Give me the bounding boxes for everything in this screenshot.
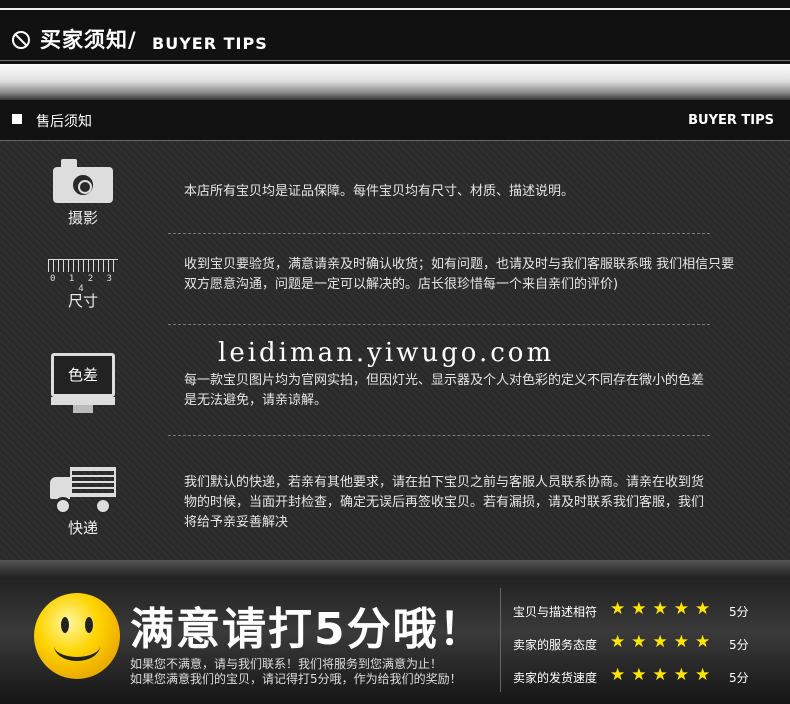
gloss-band bbox=[0, 64, 790, 102]
rating-score: 5分 bbox=[729, 638, 749, 652]
rating-separator bbox=[500, 588, 501, 692]
header-line bbox=[0, 8, 790, 10]
star-icons: ★★★★★ bbox=[610, 632, 717, 652]
star-icons: ★★★★★ bbox=[610, 599, 717, 619]
tip-text: 本店所有宝贝均是证品保障。每件宝贝均有尺寸、材质、描述说明。 bbox=[184, 184, 575, 199]
tip-text: 收到宝贝要验货，满意请亲及时确认收货；如有问题，也请及时与我们客服联系哦 我们相… bbox=[184, 257, 735, 292]
monitor-icon: 色差 bbox=[51, 353, 115, 413]
delivery-icon-box: 快递 bbox=[40, 467, 126, 538]
rating-row: 卖家的服务态度 ★★★★★ 5分 bbox=[513, 632, 773, 656]
color-icon-box: 色差 bbox=[40, 353, 126, 413]
section-bar: 售后须知 BUYER TIPS bbox=[0, 100, 790, 141]
truck-icon bbox=[50, 467, 116, 515]
tip-text: 每一款宝贝图片均为官网实拍，但因灯光、显示器及个人对色彩的定义不同存在微小的色差… bbox=[184, 373, 705, 408]
tip-label: 快递 bbox=[67, 519, 98, 537]
rating-line-2: 如果您满意我们的宝贝，请记得打5分哦，作为给我们的奖励！ bbox=[130, 672, 462, 686]
header-subtitle: BUYER TIPS bbox=[152, 34, 268, 53]
rating-score: 5分 bbox=[729, 605, 749, 619]
ruler-icon: 0 1 2 3 4 bbox=[48, 259, 118, 294]
camera-icon bbox=[53, 159, 113, 203]
dashed-divider bbox=[168, 233, 710, 234]
rating-label: 卖家的服务态度 bbox=[513, 638, 598, 652]
buyer-tips-page: 买家须知/ BUYER TIPS 售后须知 BUYER TIPS 摄影 本店所有… bbox=[0, 0, 790, 704]
header-divider bbox=[0, 60, 790, 61]
star-icons: ★★★★★ bbox=[610, 665, 717, 685]
header-bar: 买家须知/ BUYER TIPS bbox=[0, 0, 790, 64]
rating-label: 宝贝与描述相符 bbox=[513, 605, 598, 619]
ruler-numbers: 0 1 2 3 4 bbox=[50, 274, 116, 294]
tip-text: 我们默认的快递，若亲有其他要求，请在拍下宝贝之前与客服人员联系协商。请亲在收到货… bbox=[184, 475, 705, 530]
rating-row: 卖家的发货速度 ★★★★★ 5分 bbox=[513, 665, 773, 689]
square-bullet-icon bbox=[12, 114, 22, 124]
photo-icon-box: 摄影 bbox=[40, 159, 126, 228]
rating-label: 卖家的发货速度 bbox=[513, 671, 598, 685]
section-subtitle: BUYER TIPS bbox=[688, 113, 774, 128]
smiley-icon bbox=[34, 593, 120, 679]
rating-headline: 满意请打5分哦！ bbox=[130, 604, 485, 655]
tip-label: 摄影 bbox=[67, 209, 98, 227]
section-title: 售后须知 bbox=[36, 114, 92, 130]
dashed-divider bbox=[168, 435, 710, 436]
monitor-label: 色差 bbox=[51, 353, 115, 397]
header-title: 买家须知/ bbox=[40, 28, 137, 52]
watermark: leidiman.yiwugo.com bbox=[218, 338, 555, 368]
rating-score: 5分 bbox=[729, 671, 749, 685]
dashed-divider bbox=[168, 324, 710, 325]
rating-row: 宝贝与描述相符 ★★★★★ 5分 bbox=[513, 599, 773, 623]
prohibited-icon bbox=[12, 31, 30, 49]
size-icon-box: 0 1 2 3 4 尺寸 bbox=[40, 259, 126, 311]
